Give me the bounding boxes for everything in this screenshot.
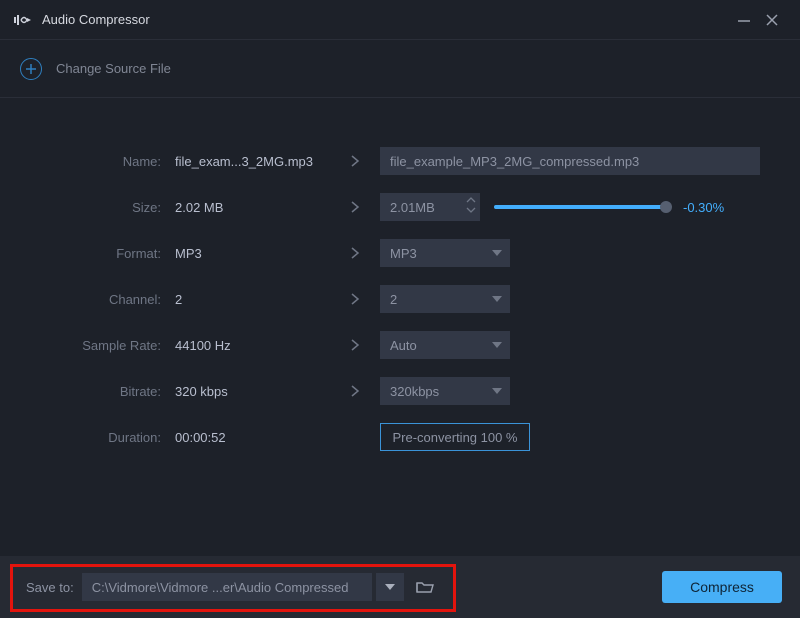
size-slider[interactable] xyxy=(494,205,669,209)
close-button[interactable] xyxy=(758,6,786,34)
format-current: MP3 xyxy=(175,246,340,261)
sample-rate-label: Sample Rate: xyxy=(30,338,175,353)
row-name: Name: file_exam...3_2MG.mp3 xyxy=(30,138,770,184)
size-current: 2.02 MB xyxy=(175,200,340,215)
channel-current: 2 xyxy=(175,292,340,307)
open-folder-button[interactable] xyxy=(410,573,440,601)
row-bitrate: Bitrate: 320 kbps 320kbps xyxy=(30,368,770,414)
change-source-bar[interactable]: Change Source File xyxy=(0,40,800,98)
chevron-right-icon xyxy=(340,384,370,398)
chevron-right-icon xyxy=(340,200,370,214)
window-title: Audio Compressor xyxy=(42,12,730,27)
caret-down-icon xyxy=(492,342,502,348)
sample-rate-dropdown-value: Auto xyxy=(390,338,417,353)
add-icon xyxy=(20,58,42,80)
footer-bar: Save to: Compress xyxy=(0,556,800,618)
caret-down-icon xyxy=(492,250,502,256)
compress-button[interactable]: Compress xyxy=(662,571,782,603)
channel-dropdown[interactable]: 2 xyxy=(380,285,510,313)
row-size: Size: 2.02 MB -0.30% xyxy=(30,184,770,230)
size-percent: -0.30% xyxy=(683,200,733,215)
spinner-down-icon[interactable] xyxy=(466,206,476,215)
channel-dropdown-value: 2 xyxy=(390,292,397,307)
row-duration: Duration: 00:00:52 Pre-converting 100 % xyxy=(30,414,770,460)
channel-label: Channel: xyxy=(30,292,175,307)
save-path-dropdown[interactable] xyxy=(376,573,404,601)
settings-form: Name: file_exam...3_2MG.mp3 Size: 2.02 M… xyxy=(0,98,800,480)
size-spinner[interactable] xyxy=(380,193,480,221)
bitrate-dropdown[interactable]: 320kbps xyxy=(380,377,510,405)
name-label: Name: xyxy=(30,154,175,169)
caret-down-icon xyxy=(492,388,502,394)
app-icon xyxy=(14,13,32,27)
save-path-input[interactable] xyxy=(82,573,372,601)
preconvert-button[interactable]: Pre-converting 100 % xyxy=(380,423,530,451)
size-input[interactable] xyxy=(380,193,480,221)
chevron-right-icon xyxy=(340,154,370,168)
format-dropdown[interactable]: MP3 xyxy=(380,239,510,267)
format-label: Format: xyxy=(30,246,175,261)
preconvert-label: Pre-converting 100 % xyxy=(392,430,517,445)
duration-current: 00:00:52 xyxy=(175,430,340,445)
title-bar: Audio Compressor xyxy=(0,0,800,40)
duration-label: Duration: xyxy=(30,430,175,445)
format-dropdown-value: MP3 xyxy=(390,246,417,261)
compress-button-label: Compress xyxy=(690,579,754,595)
change-source-label: Change Source File xyxy=(56,61,171,76)
sample-rate-current: 44100 Hz xyxy=(175,338,340,353)
save-to-label: Save to: xyxy=(26,580,74,595)
name-current: file_exam...3_2MG.mp3 xyxy=(175,154,340,169)
size-label: Size: xyxy=(30,200,175,215)
chevron-right-icon xyxy=(340,246,370,260)
bitrate-current: 320 kbps xyxy=(175,384,340,399)
spinner-up-icon[interactable] xyxy=(466,196,476,205)
chevron-right-icon xyxy=(340,338,370,352)
name-input[interactable] xyxy=(380,147,760,175)
chevron-right-icon xyxy=(340,292,370,306)
row-sample-rate: Sample Rate: 44100 Hz Auto xyxy=(30,322,770,368)
sample-rate-dropdown[interactable]: Auto xyxy=(380,331,510,359)
row-format: Format: MP3 MP3 xyxy=(30,230,770,276)
bitrate-label: Bitrate: xyxy=(30,384,175,399)
bitrate-dropdown-value: 320kbps xyxy=(390,384,439,399)
minimize-button[interactable] xyxy=(730,6,758,34)
row-channel: Channel: 2 2 xyxy=(30,276,770,322)
caret-down-icon xyxy=(492,296,502,302)
